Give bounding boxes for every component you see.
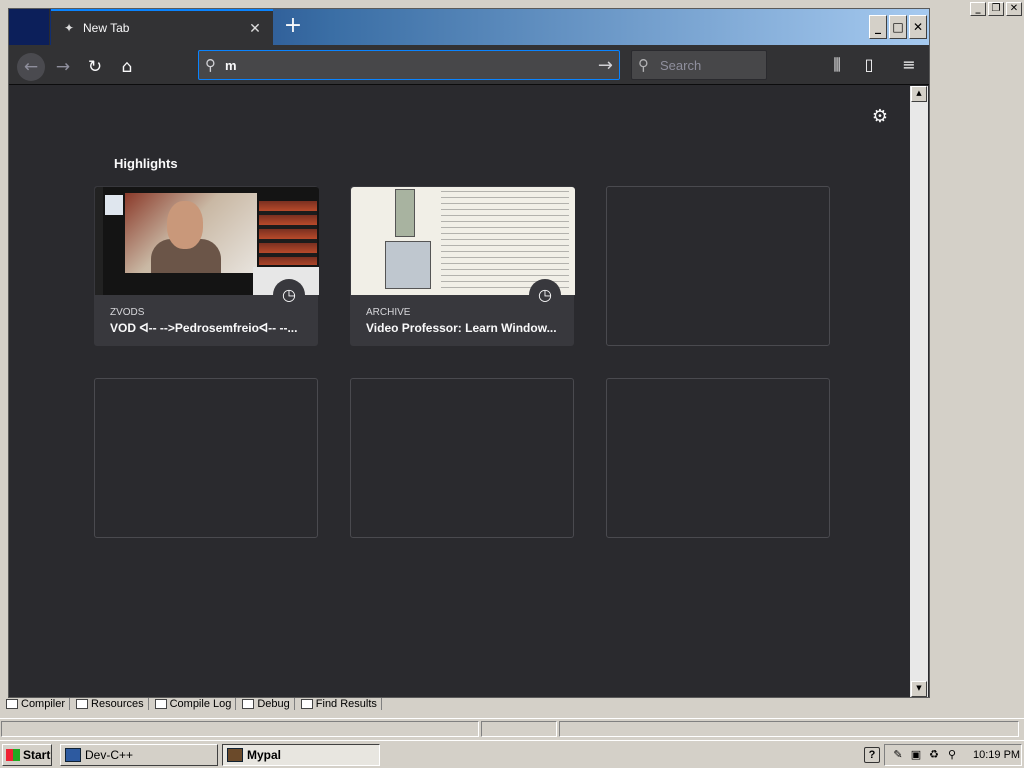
devcpp-icon	[65, 748, 81, 762]
empty-card-placeholder	[606, 378, 830, 538]
search-icon: ⚲	[205, 56, 216, 74]
vertical-scrollbar[interactable]: ▲ ▼	[910, 86, 928, 697]
browser-window: ✦ New Tab ✕ + _ □ ✕ ← → ↻ ⌂ ⚲ → ⚲ ⫼ ▯ ≡ …	[8, 8, 930, 698]
scroll-up-icon[interactable]: ▲	[911, 86, 927, 102]
library-button[interactable]: ⫼	[825, 53, 849, 77]
devcpp-tab-label: Resources	[91, 698, 144, 710]
devcpp-tab-resources[interactable]: Resources	[76, 698, 149, 710]
mypal-icon	[227, 748, 243, 762]
windows-logo-icon	[6, 749, 20, 761]
restore-icon[interactable]: ❐	[988, 2, 1004, 16]
highlight-card[interactable]: ◷ ARCHIVE Video Professor: Learn Window.…	[350, 186, 575, 346]
hamburger-menu-icon: ≡	[902, 55, 916, 74]
devcpp-status-bar	[0, 718, 1024, 738]
highlights-heading: Highlights	[114, 156, 178, 171]
devcpp-tab-label: Compiler	[21, 698, 66, 710]
close-button[interactable]: ✕	[909, 15, 927, 39]
tab-new-tab[interactable]: ✦ New Tab ✕	[51, 9, 273, 45]
close-icon[interactable]: ✕	[1006, 2, 1022, 16]
sidebar-icon: ▯	[864, 55, 874, 74]
sidebar-button[interactable]: ▯	[857, 53, 881, 77]
devcpp-tab-label: Compile Log	[169, 698, 232, 710]
home-button[interactable]: ⌂	[113, 53, 141, 81]
card-title: Video Professor: Learn Window...	[366, 321, 557, 335]
empty-card-placeholder	[606, 186, 830, 346]
system-tray: ✎ ▣ ♻ ⚲ 10:19 PM	[884, 744, 1022, 766]
recycle-icon[interactable]: ♻	[927, 748, 941, 762]
background-window-area	[930, 18, 1024, 698]
pen-icon[interactable]: ✎	[891, 748, 905, 762]
minimize-button[interactable]: _	[869, 15, 887, 39]
devcpp-tab-label: Find Results	[315, 698, 377, 710]
taskbar: Start Dev-C++ Mypal ? ✎ ▣ ♻ ⚲ 10:19 PM	[0, 740, 1024, 768]
tab-bar: ✦ New Tab ✕ + _ □ ✕	[9, 9, 929, 45]
resources-icon	[76, 699, 89, 709]
url-input[interactable]	[225, 57, 598, 73]
devcpp-tab-find-results[interactable]: Find Results	[300, 698, 382, 710]
navigation-toolbar: ← → ↻ ⌂ ⚲ → ⚲ ⫼ ▯ ≡	[9, 45, 929, 85]
gear-icon[interactable]: ⚙	[869, 106, 891, 128]
forward-button[interactable]: →	[49, 53, 77, 81]
search-input[interactable]	[660, 57, 760, 73]
library-icon: ⫼	[833, 55, 841, 74]
menu-button[interactable]: ≡	[897, 53, 921, 77]
back-button[interactable]: ←	[17, 53, 45, 81]
empty-card-placeholder	[94, 378, 318, 538]
status-panel	[481, 721, 557, 737]
highlight-card[interactable]: ◷ ZVODS VOD ᐊ-- -->Pedrosemfreioᐊ-- --..…	[94, 186, 319, 346]
home-icon: ⌂	[121, 57, 133, 77]
devcpp-tab-debug[interactable]: Debug	[242, 698, 295, 710]
taskbar-item-label: Dev-C++	[85, 748, 134, 762]
taskbar-item-label: Mypal	[247, 748, 282, 762]
reload-icon: ↻	[87, 57, 103, 77]
devcpp-tab-compile-log[interactable]: Compile Log	[154, 698, 237, 710]
go-arrow-icon[interactable]: →	[598, 55, 613, 76]
url-bar[interactable]: ⚲ →	[198, 50, 620, 80]
mypal-favicon-icon: ✦	[63, 21, 75, 35]
clock: 10:19 PM	[973, 749, 1021, 761]
debug-icon	[242, 699, 255, 709]
card-title: VOD ᐊ-- -->Pedrosemfreioᐊ-- --...	[110, 321, 298, 335]
window-controls: _ □ ✕	[869, 15, 927, 39]
background-window-controls: _ ❐ ✕	[970, 2, 1022, 16]
compile-log-icon	[154, 699, 167, 709]
arrow-right-icon: →	[55, 57, 71, 77]
search-tray-icon[interactable]: ⚲	[945, 748, 959, 762]
tab-bar-edge	[9, 9, 50, 45]
card-source: ARCHIVE	[366, 307, 411, 318]
arrow-left-icon: ←	[23, 57, 39, 77]
reload-button[interactable]: ↻	[81, 53, 109, 81]
maximize-button[interactable]: □	[889, 15, 907, 39]
search-icon: ⚲	[638, 56, 649, 74]
clock-icon: ◷	[529, 279, 561, 311]
network-icon[interactable]: ▣	[909, 748, 923, 762]
tab-close-icon[interactable]: ✕	[247, 20, 263, 36]
start-label: Start	[23, 748, 51, 762]
taskbar-item-mypal[interactable]: Mypal	[222, 744, 380, 766]
status-panel	[559, 721, 1019, 737]
search-bar[interactable]: ⚲	[631, 50, 767, 80]
taskbar-item-devcpp[interactable]: Dev-C++	[60, 744, 218, 766]
new-tab-page: ⚙ Highlights ◷ ZVODS VOD ᐊ-- -->Pedrosem…	[9, 86, 910, 697]
devcpp-tab-label: Debug	[257, 698, 290, 710]
find-results-icon	[300, 699, 313, 709]
scroll-down-icon[interactable]: ▼	[911, 681, 927, 697]
new-tab-plus-icon[interactable]: +	[281, 15, 305, 39]
empty-card-placeholder	[350, 378, 574, 538]
devcpp-bottom-tabs: Compiler Resources Compile Log Debug Fin…	[0, 697, 1024, 711]
compiler-icon	[6, 699, 18, 709]
devcpp-tab-compiler[interactable]: Compiler	[6, 698, 71, 710]
start-button[interactable]: Start	[2, 744, 52, 766]
minimize-icon[interactable]: _	[970, 2, 986, 16]
tab-title: New Tab	[83, 21, 130, 35]
help-icon[interactable]: ?	[864, 747, 880, 763]
status-panel	[1, 721, 479, 737]
card-source: ZVODS	[110, 307, 145, 318]
clock-icon: ◷	[273, 279, 305, 311]
